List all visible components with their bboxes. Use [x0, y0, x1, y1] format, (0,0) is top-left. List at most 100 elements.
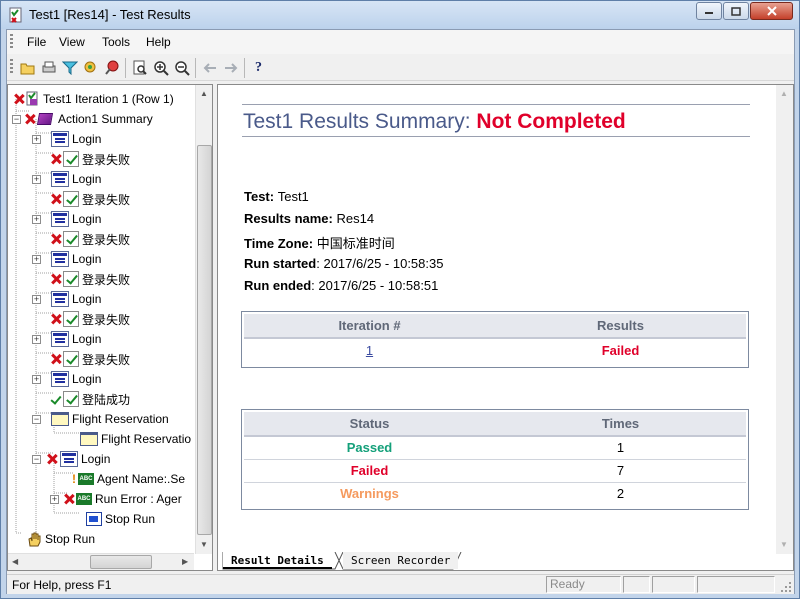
- tree-item-login-passed[interactable]: 登陆成功: [51, 390, 130, 408]
- tree-item-login-failed[interactable]: 登录失败: [51, 270, 130, 288]
- scroll-down-arrow-icon[interactable]: ▼: [200, 540, 208, 549]
- collapse-toggle[interactable]: −: [12, 114, 21, 124]
- failed-icon: [14, 94, 24, 104]
- window-icon: [80, 432, 98, 446]
- tree-item-label: Login: [72, 172, 102, 186]
- menu-view[interactable]: View: [59, 35, 85, 49]
- forward-icon[interactable]: [220, 57, 241, 79]
- expand-toggle[interactable]: +: [32, 134, 41, 144]
- table-row: Failed 7: [244, 459, 746, 483]
- tab-result-details[interactable]: Result Details: [223, 552, 332, 569]
- tree-vertical-scroll-thumb[interactable]: [197, 145, 212, 535]
- preview-icon[interactable]: [129, 57, 150, 79]
- edit-field-icon: ABC: [78, 473, 94, 485]
- maximize-button[interactable]: [723, 2, 749, 20]
- menu-grip[interactable]: [10, 34, 13, 50]
- tree-item-label: Login: [72, 372, 102, 386]
- tree-item-flight-reservation[interactable]: − Flight Reservation: [32, 410, 169, 428]
- title-rule-top: [242, 104, 750, 105]
- zoom-out-icon[interactable]: [171, 57, 192, 79]
- find-icon[interactable]: [80, 57, 101, 79]
- collapse-toggle[interactable]: −: [32, 414, 41, 424]
- failed-icon: [51, 314, 61, 324]
- tree-horizontal-scroll-thumb[interactable]: [90, 555, 152, 569]
- zoom-in-icon[interactable]: [150, 57, 171, 79]
- tree-horizontal-scrollbar[interactable]: ◀ ▶: [8, 553, 194, 570]
- results-tree[interactable]: Test1 Iteration 1 (Row 1) − Action1 Summ…: [8, 85, 194, 554]
- details-tabs: Result Details Screen Recorder: [217, 552, 794, 571]
- tree-item-agent-name[interactable]: ! ABC Agent Name:.Se: [72, 470, 185, 488]
- tree-item-run-error[interactable]: + ABC Run Error : Ager: [50, 490, 182, 508]
- tree-item-login[interactable]: + Login: [32, 290, 101, 308]
- close-button[interactable]: [750, 2, 793, 20]
- collapse-toggle[interactable]: −: [32, 454, 41, 464]
- info-value: 2017/6/25 - 10:58:51: [318, 278, 439, 293]
- scroll-down-arrow-icon[interactable]: ▼: [780, 540, 788, 549]
- warning-icon: !: [72, 472, 76, 486]
- open-icon[interactable]: [17, 57, 38, 79]
- tree-item-stop-run[interactable]: Stop Run: [26, 530, 95, 548]
- expand-toggle[interactable]: +: [32, 294, 41, 304]
- scroll-up-arrow-icon[interactable]: ▲: [200, 89, 208, 98]
- tree-item-login[interactable]: + Login: [32, 370, 101, 388]
- expand-toggle[interactable]: +: [32, 174, 41, 184]
- menu-tools[interactable]: Tools: [102, 35, 130, 49]
- menu-bar: File View Tools Help: [7, 30, 794, 54]
- toolbar-grip[interactable]: [10, 59, 13, 75]
- back-icon[interactable]: [199, 57, 220, 79]
- help-icon[interactable]: ?: [248, 57, 269, 79]
- print-icon[interactable]: [38, 57, 59, 79]
- expand-toggle[interactable]: +: [50, 494, 59, 504]
- tree-item-login-failed[interactable]: 登录失败: [51, 350, 130, 368]
- tree-item-label: Flight Reservation: [72, 412, 169, 426]
- status-table-grid: Status Times Passed 1 Failed 7 Warnings …: [244, 412, 746, 505]
- iteration-link[interactable]: 1: [366, 343, 373, 358]
- tree-item-login-failed[interactable]: 登录失败: [51, 150, 130, 168]
- scroll-left-arrow-icon[interactable]: ◀: [12, 557, 18, 566]
- tree-item-login[interactable]: + Login: [32, 170, 101, 188]
- scroll-up-arrow-icon[interactable]: ▲: [780, 89, 788, 98]
- menu-help[interactable]: Help: [146, 35, 171, 49]
- tree-item-label: 登陆成功: [82, 392, 131, 407]
- scroll-right-arrow-icon[interactable]: ▶: [182, 557, 188, 566]
- app-body: File View Tools Help ? Test1 Iteration 1…: [6, 29, 795, 594]
- menu-file[interactable]: File: [27, 35, 46, 49]
- tree-item-login-failed[interactable]: 登录失败: [51, 230, 130, 248]
- stop-hand-icon: [28, 532, 41, 547]
- expand-toggle[interactable]: +: [32, 374, 41, 384]
- expand-toggle[interactable]: +: [32, 214, 41, 224]
- tree-item-login[interactable]: + Login: [32, 250, 101, 268]
- tree-item-login-failed[interactable]: 登录失败: [51, 310, 130, 328]
- step-icon: [51, 371, 69, 387]
- tree-item-label: 登录失败: [82, 352, 131, 367]
- details-vertical-scrollbar[interactable]: ▲ ▼: [776, 85, 793, 554]
- iteration-icon: [26, 91, 38, 106]
- tree-item-iteration[interactable]: Test1 Iteration 1 (Row 1): [14, 90, 174, 108]
- failed-icon: [47, 454, 57, 464]
- tree-item-label: Login: [72, 292, 102, 306]
- tree-item-stop-run-step[interactable]: Stop Run: [86, 510, 155, 528]
- tree-item-action-summary[interactable]: − Action1 Summary: [12, 110, 153, 128]
- jump-to-step-icon[interactable]: [101, 57, 122, 79]
- expand-toggle[interactable]: +: [32, 254, 41, 264]
- result-details-panel: Test1 Results Summary: Not Completed Tes…: [217, 84, 794, 571]
- tree-item-login[interactable]: + Login: [32, 130, 101, 148]
- info-label: Run started: [244, 256, 317, 271]
- resize-grip-icon[interactable]: [780, 581, 792, 593]
- tree-item-login[interactable]: + Login: [32, 330, 101, 348]
- failed-icon: [51, 154, 61, 164]
- tab-screen-recorder[interactable]: Screen Recorder: [343, 552, 459, 569]
- info-time-zone: Time Zone: 中国标准时间: [244, 236, 395, 251]
- tree-item-login-error[interactable]: − Login: [32, 450, 110, 468]
- filter-icon[interactable]: [59, 57, 80, 79]
- minimize-button[interactable]: [696, 2, 722, 20]
- passed-icon: [51, 394, 62, 405]
- expand-toggle[interactable]: +: [32, 334, 41, 344]
- failed-icon: [51, 274, 61, 284]
- tree-item-label: 登录失败: [82, 312, 131, 327]
- tree-item-login-failed[interactable]: 登录失败: [51, 190, 130, 208]
- tree-vertical-scrollbar[interactable]: ▲ ▼: [195, 85, 212, 554]
- tree-item-flight-reservation-child[interactable]: Flight Reservatio: [80, 430, 191, 448]
- tree-item-login[interactable]: + Login: [32, 210, 101, 228]
- step-icon: [51, 331, 69, 347]
